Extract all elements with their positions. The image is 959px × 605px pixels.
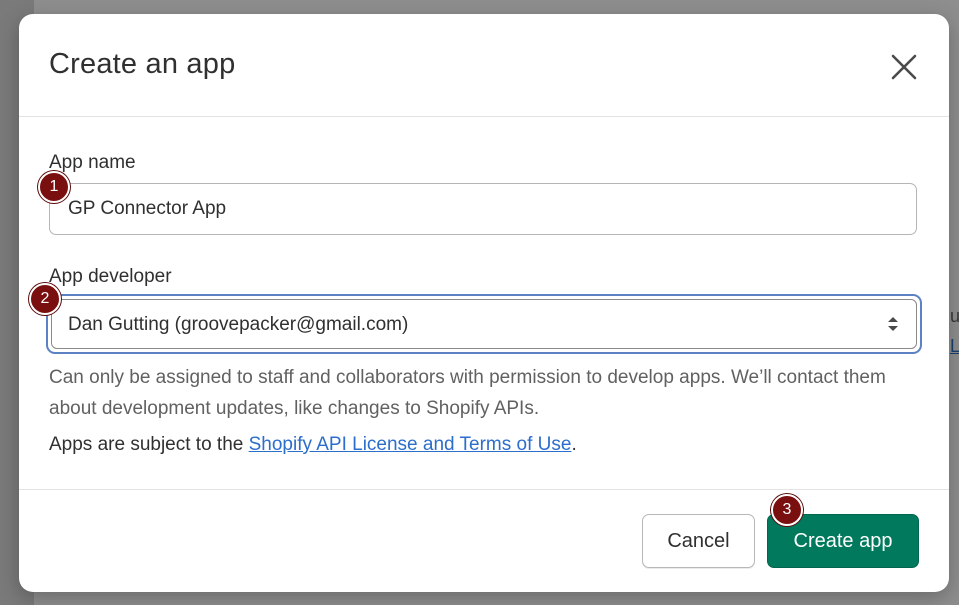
app-name-input[interactable] <box>49 183 917 235</box>
terms-notice: Apps are subject to the Shopify API Lice… <box>49 434 577 456</box>
close-icon <box>891 54 917 80</box>
terms-suffix: . <box>571 434 577 455</box>
modal-title: Create an app <box>49 48 236 80</box>
step-marker-1: 1 <box>38 171 70 203</box>
create-app-modal: Create an app App name App developer Dan… <box>19 14 949 592</box>
background-link-fragment: Li <box>950 336 959 356</box>
step-marker-2: 2 <box>29 283 61 315</box>
app-developer-help-text: Can only be assigned to staff and collab… <box>49 367 886 419</box>
modal-header: Create an app <box>19 14 949 117</box>
app-developer-label: App developer <box>49 266 172 287</box>
background-text-fragment: ui <box>950 306 959 326</box>
app-developer-selected-value: Dan Gutting (groovepacker@gmail.com) <box>68 314 409 335</box>
step-marker-3: 3 <box>771 494 803 526</box>
terms-link[interactable]: Shopify API License and Terms of Use <box>249 434 572 455</box>
close-button[interactable] <box>883 46 925 88</box>
cancel-button[interactable]: Cancel <box>642 514 755 568</box>
app-developer-select[interactable]: Dan Gutting (groovepacker@gmail.com) <box>46 294 922 354</box>
terms-prefix: Apps are subject to the <box>49 434 249 455</box>
app-name-label: App name <box>49 152 136 173</box>
select-arrows-icon <box>888 317 898 331</box>
